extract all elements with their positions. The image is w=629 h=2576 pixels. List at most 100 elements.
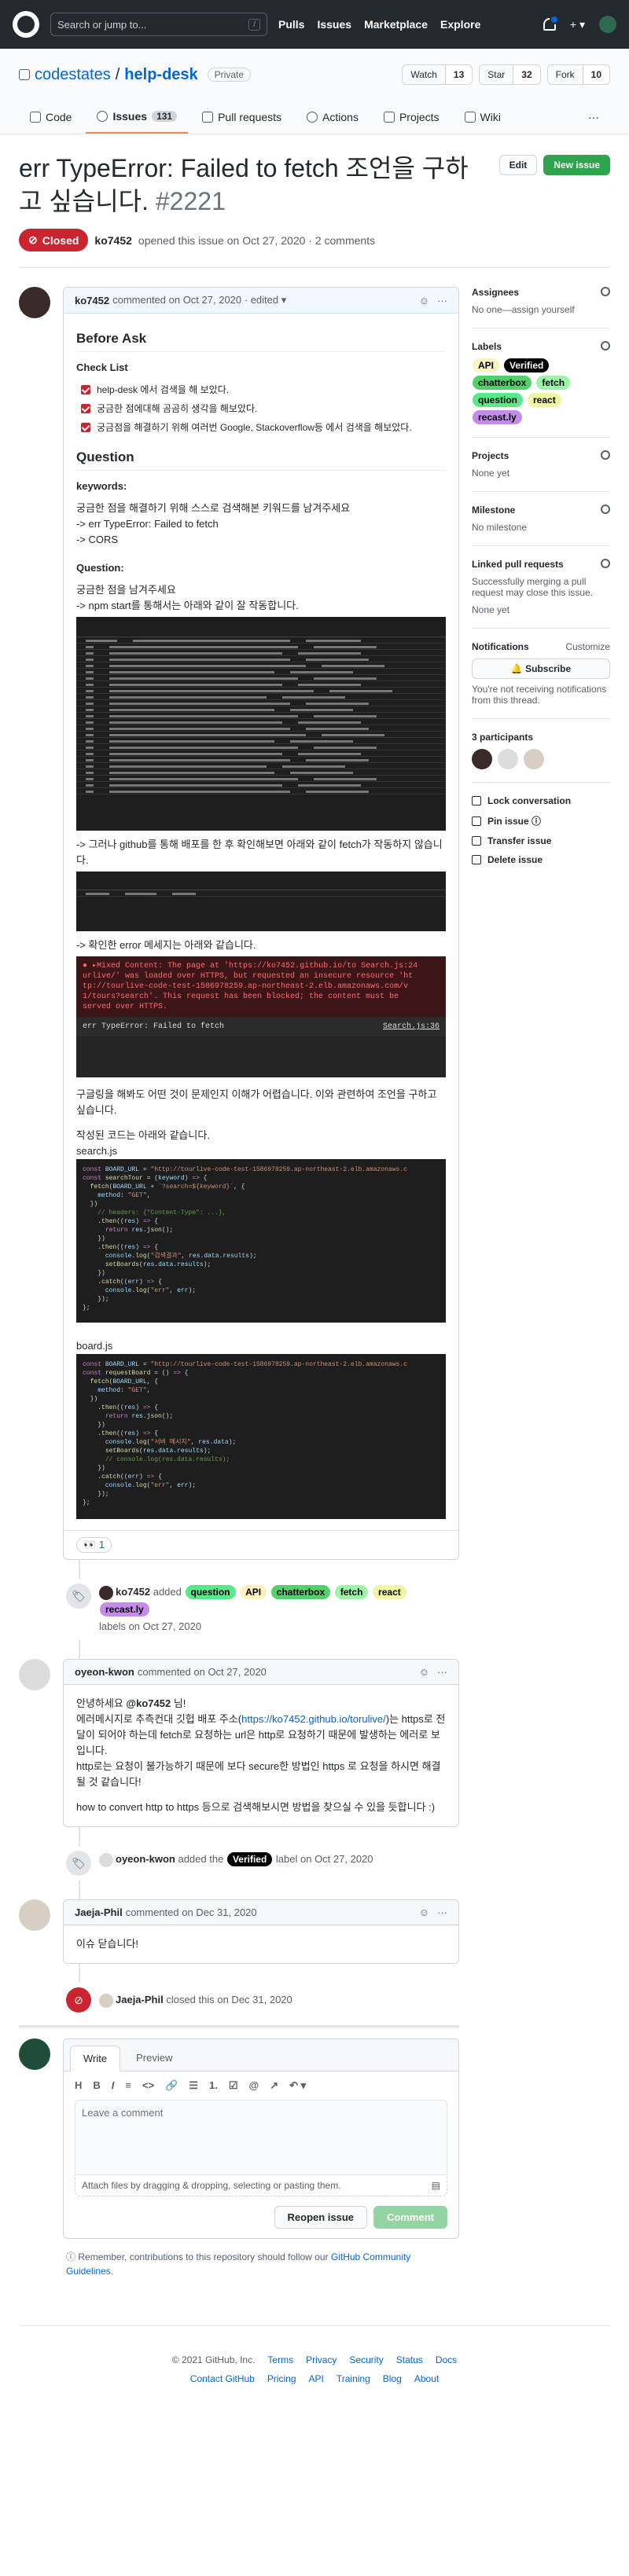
watch-count[interactable]: 13 (444, 65, 473, 84)
comment-textarea[interactable]: Leave a comment (75, 2100, 447, 2175)
participant-avatar[interactable] (498, 749, 518, 769)
avatar-oyeon-kwon[interactable] (19, 1659, 50, 1690)
repo-name-link[interactable]: help-desk (124, 66, 197, 84)
star-button[interactable]: Star 32 (479, 64, 541, 85)
comment-meta[interactable]: commented on Dec 31, 2020 (126, 1906, 257, 1918)
comment-button[interactable]: Comment (373, 2206, 447, 2229)
nav-explore[interactable]: Explore (440, 18, 480, 31)
comment-meta[interactable]: commented on Oct 27, 2020 · edited ▾ (112, 294, 286, 306)
footer-blog-link[interactable]: Blog (383, 2373, 402, 2384)
new-issue-button[interactable]: New issue (543, 155, 610, 175)
numbered-list-icon[interactable]: 1. (209, 2079, 218, 2092)
label-fetch[interactable]: fetch (334, 1585, 369, 1599)
label-react[interactable]: react (528, 393, 561, 407)
footer-about-link[interactable]: About (414, 2373, 439, 2384)
repo-owner-link[interactable]: codestates (35, 66, 111, 84)
label-api[interactable]: API (473, 358, 500, 372)
italic-icon[interactable]: I (112, 2079, 115, 2092)
github-logo-icon[interactable] (13, 11, 39, 38)
star-count[interactable]: 32 (513, 65, 540, 84)
event-actor[interactable]: Jaeja-Phil (116, 1994, 164, 2005)
footer-status-link[interactable]: Status (396, 2354, 423, 2365)
reference-icon[interactable]: ↗ (270, 2079, 278, 2092)
avatar-ko7452[interactable] (19, 287, 50, 318)
fork-button[interactable]: Fork 10 (546, 64, 610, 85)
notification-bell-icon[interactable] (543, 15, 559, 31)
subscribe-button[interactable]: 🔔 Subscribe (472, 659, 610, 679)
reopen-issue-button[interactable]: Reopen issue (274, 2206, 368, 2229)
task-list-icon[interactable]: ☑ (229, 2079, 238, 2092)
pin-issue-action[interactable]: Pin issue ⓘ (472, 814, 610, 827)
footer-docs-link[interactable]: Docs (436, 2354, 457, 2365)
more-tabs-button[interactable]: ··· (577, 104, 610, 134)
tab-preview[interactable]: Preview (123, 2046, 185, 2071)
label-question[interactable]: question (185, 1585, 236, 1599)
tab-code[interactable]: Code (19, 104, 83, 134)
comment-author[interactable]: Jaeja-Phil (75, 1906, 123, 1918)
tab-write[interactable]: Write (70, 2046, 121, 2071)
label-chatterbox[interactable]: chatterbox (473, 376, 532, 390)
event-actor[interactable]: oyeon-kwon (116, 1853, 175, 1865)
search-input[interactable]: Search or jump to... / (50, 13, 267, 36)
bulleted-list-icon[interactable]: ☰ (189, 2079, 198, 2092)
nav-issues[interactable]: Issues (317, 18, 351, 31)
gear-icon[interactable] (601, 505, 610, 514)
saved-replies-icon[interactable]: ↶ ▾ (289, 2079, 306, 2092)
event-actor[interactable]: ko7452 (116, 1586, 150, 1598)
label-verified[interactable]: Verified (504, 358, 550, 372)
customize-link[interactable]: Customize (565, 641, 610, 652)
gear-icon[interactable] (601, 559, 610, 568)
comment-meta[interactable]: commented on Oct 27, 2020 (138, 1666, 267, 1678)
watch-button[interactable]: Watch 13 (402, 64, 473, 85)
bold-icon[interactable]: B (93, 2079, 100, 2092)
label-fetch[interactable]: fetch (536, 376, 571, 390)
create-new-menu[interactable]: + ▾ (570, 18, 585, 31)
link-icon[interactable]: 🔗 (165, 2079, 178, 2092)
delete-issue-action[interactable]: Delete issue (472, 854, 610, 865)
gear-icon[interactable] (601, 450, 610, 460)
reaction-eyes-button[interactable]: 👀 1 (76, 1537, 112, 1553)
emoji-reaction-icon[interactable]: ☺ (419, 1666, 429, 1678)
label-recast-ly[interactable]: recast.ly (100, 1602, 149, 1616)
participant-avatar[interactable] (524, 749, 544, 769)
footer-privacy-link[interactable]: Privacy (306, 2354, 337, 2365)
nav-pulls[interactable]: Pulls (278, 18, 304, 31)
avatar-jaeja-phil[interactable] (19, 1899, 50, 1931)
tab-wiki[interactable]: Wiki (454, 104, 512, 134)
label-chatterbox[interactable]: chatterbox (270, 1585, 331, 1599)
checkbox-checked-icon[interactable] (81, 404, 90, 413)
comment-author[interactable]: ko7452 (75, 295, 109, 306)
label-recast-ly[interactable]: recast.ly (473, 410, 522, 424)
tab-issues[interactable]: Issues 131 (86, 104, 189, 134)
gear-icon[interactable] (601, 287, 610, 296)
lock-conversation-action[interactable]: Lock conversation (472, 795, 610, 806)
tab-actions[interactable]: Actions (296, 104, 370, 134)
kebab-menu-icon[interactable]: ··· (437, 1666, 447, 1678)
emoji-reaction-icon[interactable]: ☺ (419, 295, 429, 306)
markdown-icon[interactable]: ▤ (432, 2180, 440, 2191)
heading-icon[interactable]: H (75, 2079, 82, 2092)
nav-marketplace[interactable]: Marketplace (364, 18, 428, 31)
footer-api-link[interactable]: API (309, 2373, 324, 2384)
emoji-reaction-icon[interactable]: ☺ (419, 1906, 429, 1918)
checkbox-checked-icon[interactable] (81, 385, 90, 394)
avatar-oyeon-kwon-small[interactable] (99, 1852, 113, 1867)
code-icon[interactable]: <> (142, 2079, 154, 2092)
gear-icon[interactable] (601, 341, 610, 350)
console-source-link[interactable]: Search.js:36 (383, 1022, 440, 1032)
fork-count[interactable]: 10 (582, 65, 609, 84)
footer-security-link[interactable]: Security (349, 2354, 383, 2365)
kebab-menu-icon[interactable]: ··· (437, 295, 447, 306)
mention-icon[interactable]: @ (249, 2079, 259, 2092)
deploy-url-link[interactable]: https://ko7452.github.io/torulive/ (241, 1713, 386, 1725)
comment-author[interactable]: oyeon-kwon (75, 1666, 134, 1678)
label-react[interactable]: react (373, 1585, 406, 1599)
footer-pricing-link[interactable]: Pricing (267, 2373, 296, 2384)
transfer-issue-action[interactable]: Transfer issue (472, 835, 610, 846)
user-avatar[interactable] (599, 16, 616, 33)
participant-avatar[interactable] (472, 749, 492, 769)
label-api[interactable]: API (240, 1585, 267, 1599)
checkbox-checked-icon[interactable] (81, 423, 90, 432)
user-mention[interactable]: @ko7452 (126, 1697, 171, 1709)
avatar-ko7452-small[interactable] (99, 1585, 113, 1600)
